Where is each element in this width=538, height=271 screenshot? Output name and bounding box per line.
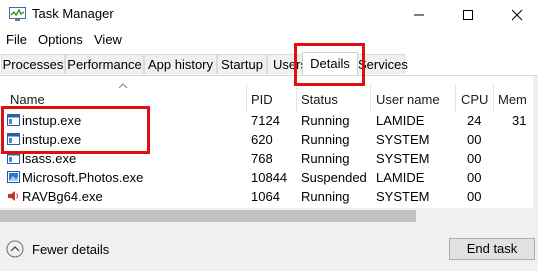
process-cpu: 24: [467, 113, 482, 128]
process-pid: 7124: [251, 113, 280, 128]
table-row[interactable]: instup.exe 7124 Running LAMIDE 24 31: [0, 111, 538, 130]
process-name: instup.exe: [22, 113, 82, 128]
horizontal-scroll-thumb[interactable]: [0, 210, 416, 222]
menu-file[interactable]: File: [6, 32, 27, 47]
maximize-icon: [463, 10, 473, 20]
tab-app-history[interactable]: App history: [144, 54, 217, 74]
app-window-icon: [7, 133, 20, 145]
process-name: lsass.exe: [22, 151, 77, 166]
tab-users[interactable]: Users: [267, 54, 304, 74]
window-title: Task Manager: [32, 6, 114, 21]
tab-strip: Processes Performance App history Startu…: [0, 52, 538, 76]
process-cpu: 00: [467, 189, 482, 204]
app-window-icon: [7, 152, 20, 164]
minimize-icon: [414, 14, 424, 16]
process-status: Running: [301, 151, 350, 166]
process-cpu: 00: [467, 151, 482, 166]
minimize-button[interactable]: [396, 0, 442, 30]
title-bar: Task Manager: [0, 0, 538, 30]
process-pid: 620: [251, 132, 273, 147]
footer-bar: Fewer details End task: [0, 224, 538, 271]
close-icon: [511, 9, 523, 21]
column-divider[interactable]: [493, 84, 494, 112]
column-divider[interactable]: [296, 84, 297, 112]
process-memory: 31: [512, 113, 527, 128]
column-divider[interactable]: [455, 84, 456, 112]
tab-services[interactable]: Services: [357, 54, 408, 74]
process-status: Suspended: [301, 170, 367, 185]
tab-details[interactable]: Details: [302, 52, 358, 76]
process-name: Microsoft.Photos.exe: [22, 170, 144, 185]
speaker-icon: [8, 191, 18, 201]
process-user: LAMIDE: [376, 113, 425, 128]
column-divider[interactable]: [370, 84, 371, 112]
process-user: SYSTEM: [376, 189, 430, 204]
process-pid: 768: [251, 151, 273, 166]
vertical-scrollbar[interactable]: [533, 76, 538, 208]
tab-performance[interactable]: Performance: [65, 54, 144, 74]
menu-view[interactable]: View: [94, 32, 122, 47]
column-header-memory[interactable]: Mem: [498, 92, 527, 107]
process-pid: 10844: [251, 170, 288, 185]
menu-bar: File Options View: [0, 30, 538, 50]
task-manager-icon: [9, 7, 26, 21]
menu-options[interactable]: Options: [38, 32, 83, 47]
process-cpu: 00: [467, 170, 482, 185]
process-status: Running: [301, 189, 350, 204]
tab-startup[interactable]: Startup: [217, 54, 267, 74]
table-row[interactable]: lsass.exe 768 Running SYSTEM 00: [0, 149, 538, 168]
fewer-details-link[interactable]: Fewer details: [32, 242, 109, 257]
column-header-pid[interactable]: PID: [251, 92, 273, 107]
app-window-icon: [7, 114, 20, 126]
process-table: Name PID Status User name CPU Mem instup…: [0, 76, 538, 208]
chevron-up-circle-icon[interactable]: [6, 240, 24, 258]
horizontal-scrollbar[interactable]: [0, 208, 538, 224]
process-cpu: 00: [467, 132, 482, 147]
process-pid: 1064: [251, 189, 280, 204]
column-divider[interactable]: [246, 84, 247, 112]
process-name: instup.exe: [22, 132, 82, 147]
process-user: SYSTEM: [376, 151, 430, 166]
table-row[interactable]: RAVBg64.exe 1064 Running SYSTEM 00: [0, 187, 538, 206]
end-task-button[interactable]: End task: [449, 238, 535, 260]
process-status: Running: [301, 132, 350, 147]
sort-up-icon: [118, 83, 128, 89]
table-row[interactable]: instup.exe 620 Running SYSTEM 00: [0, 130, 538, 149]
close-button[interactable]: [494, 0, 538, 30]
photos-icon: [7, 171, 20, 183]
column-header-cpu[interactable]: CPU: [461, 92, 488, 107]
column-header-status[interactable]: Status: [301, 92, 338, 107]
process-status: Running: [301, 113, 350, 128]
process-user: LAMIDE: [376, 170, 425, 185]
process-name: RAVBg64.exe: [22, 189, 103, 204]
process-user: SYSTEM: [376, 132, 430, 147]
table-row[interactable]: Microsoft.Photos.exe 10844 Suspended LAM…: [0, 168, 538, 187]
tab-processes[interactable]: Processes: [1, 54, 65, 74]
column-header-name[interactable]: Name: [10, 92, 45, 107]
column-header-user-name[interactable]: User name: [376, 92, 440, 107]
maximize-button[interactable]: [445, 0, 491, 30]
